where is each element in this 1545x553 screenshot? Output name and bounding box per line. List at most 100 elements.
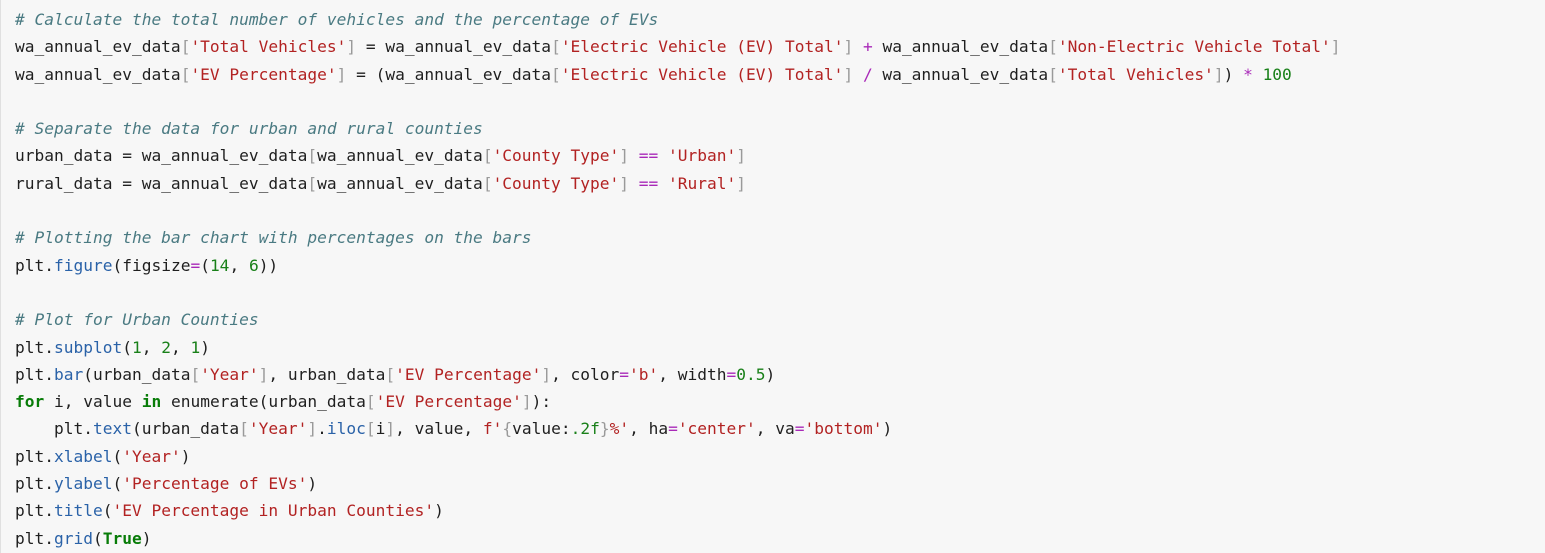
code-token-comment: # Plot for Urban Counties [15,310,259,330]
code-token-name: ): [531,392,552,412]
code-token-bracket: [ [385,364,396,384]
code-token-bracket: ] [385,419,396,439]
code-token-bracket: ] [541,364,552,384]
code-token-bracket: [ [1048,37,1058,57]
code-token-name: wa_annual_ev_data [872,37,1049,57]
code-line[interactable]: wa_annual_ev_data['EV Percentage'] = (wa… [15,61,1341,88]
code-line[interactable]: rural_data = wa_annual_ev_data[wa_annual… [15,170,1341,197]
code-token-name: wa_annual_ev_data [317,146,483,166]
code-editor[interactable]: # Calculate the total number of vehicles… [15,6,1341,552]
code-token-name: plt. [15,474,54,494]
code-token-string: 'Total Vehicles' [190,37,347,57]
code-line[interactable]: for i, value in enumerate(urban_data['EV… [15,388,1341,415]
code-token-string: 'EV Percentage' [395,364,542,384]
code-token-name: ( [102,501,113,521]
code-token-bracket: [ [1048,64,1058,84]
code-token-name: rural_data = wa_annual_ev_data [15,173,308,193]
code-token-string: 'Rural' [668,173,737,193]
code-token-name: ) [180,446,191,466]
code-line[interactable]: # Separate the data for urban and rural … [15,115,1341,142]
code-line[interactable]: urban_data = wa_annual_ev_data[wa_annual… [15,142,1341,169]
code-token-name: ) [307,474,318,494]
code-token-name: plt. [15,528,54,548]
code-token-name [853,37,863,56]
code-token-number: 0.5 [736,364,766,384]
code-token-string: 'Year' [122,446,181,466]
code-token-string: 'Urban' [668,146,737,166]
code-token-bracket: ] [1213,64,1224,84]
code-token-name: plt. [15,364,54,384]
code-token-operator: = [190,255,201,275]
code-token-number: 1 [190,337,201,357]
code-token-bracket: { [502,419,513,439]
code-token-name: ( [112,474,123,494]
code-token-operator: = [726,364,737,384]
code-token-name: ) [141,528,152,548]
code-token-func: text [92,419,132,439]
code-token-name: , [141,337,162,357]
code-token-name: plt. [15,255,54,275]
code-token-string: 'Year' [248,419,308,439]
code-token-string: 'Non-Electric Vehicle Total' [1057,37,1331,57]
code-token-operator: == [638,173,659,193]
code-token-name: wa_annual_ev_data [385,64,552,84]
code-token-name: wa_annual_ev_data [872,64,1049,84]
code-token-name: urban_data = wa_annual_ev_data [15,146,308,166]
code-line[interactable]: # Plotting the bar chart with percentage… [15,224,1341,251]
code-line[interactable] [15,88,1341,115]
code-token-name: wa_annual_ev_data [15,37,181,57]
code-token-bracket: [ [307,173,318,193]
code-token-keyword: in [141,392,162,412]
code-line[interactable] [15,279,1341,306]
code-line[interactable]: plt.bar(urban_data['Year'], urban_data['… [15,361,1341,388]
code-token-bracket: } [599,419,610,439]
code-line[interactable]: plt.xlabel('Year') [15,443,1341,470]
code-token-bracket: [ [180,64,191,84]
code-token-bracket: ] [619,146,630,166]
code-token-bracket: [ [190,364,201,384]
code-token-name: )) [258,255,279,275]
code-line[interactable]: plt.text(urban_data['Year'].iloc[i], val… [15,415,1341,442]
code-token-name: , width [658,364,727,384]
code-token-keyword: for [15,392,45,412]
code-line[interactable]: plt.title('EV Percentage in Urban Counti… [15,497,1341,524]
code-token-number: 100 [1262,64,1292,84]
code-line[interactable]: plt.ylabel('Percentage of EVs') [15,470,1341,497]
code-line[interactable]: plt.grid(True) [15,525,1341,552]
code-token-string: 'Year' [200,364,259,384]
code-cell[interactable]: # Calculate the total number of vehicles… [0,0,1545,553]
code-token-string: 'Electric Vehicle (EV) Total' [560,64,844,84]
code-token-name: plt. [15,337,54,357]
code-line[interactable]: # Calculate the total number of vehicles… [15,6,1341,33]
code-token-name: . [317,419,327,439]
code-token-name: plt. [15,446,54,466]
code-token-bracket: ] [736,146,746,166]
code-line[interactable] [15,197,1341,224]
code-token-func: grid [53,528,93,548]
code-token-comment: # Separate the data for urban and rural … [15,119,483,139]
code-line[interactable]: plt.figure(figsize=(14, 6)) [15,252,1341,279]
code-token-name: ) [765,364,776,384]
code-token-bracket: [ [180,37,191,57]
code-token-name: wa_annual_ev_data [317,173,483,193]
code-token-name: ) [1223,64,1244,84]
code-token-number: 14 [209,255,230,275]
code-token-bracket: [ [482,173,493,193]
code-token-operator: = [619,364,630,384]
code-line[interactable]: plt.subplot(1, 2, 1) [15,334,1341,361]
code-token-comment: # Calculate the total number of vehicles… [15,10,659,29]
code-token-operator: == [638,146,659,166]
code-token-operator: = [668,419,678,439]
code-token-func: iloc [326,419,366,439]
code-token-name: enumerate(urban_data [161,392,366,412]
code-token-name: wa_annual_ev_data [385,37,552,57]
code-token-string: 'EV Percentage' [190,64,337,84]
code-token-string: 'County Type' [492,146,620,166]
code-line[interactable]: wa_annual_ev_data['Total Vehicles'] = wa… [15,33,1341,60]
code-token-name: , ha [629,419,669,439]
code-token-string: 'EV Percentage' [375,392,522,412]
code-line[interactable]: # Plot for Urban Counties [15,306,1341,333]
code-token-name: plt. [15,419,93,439]
code-token-name: (urban_data [131,419,240,439]
code-token-string: %' [609,419,630,439]
